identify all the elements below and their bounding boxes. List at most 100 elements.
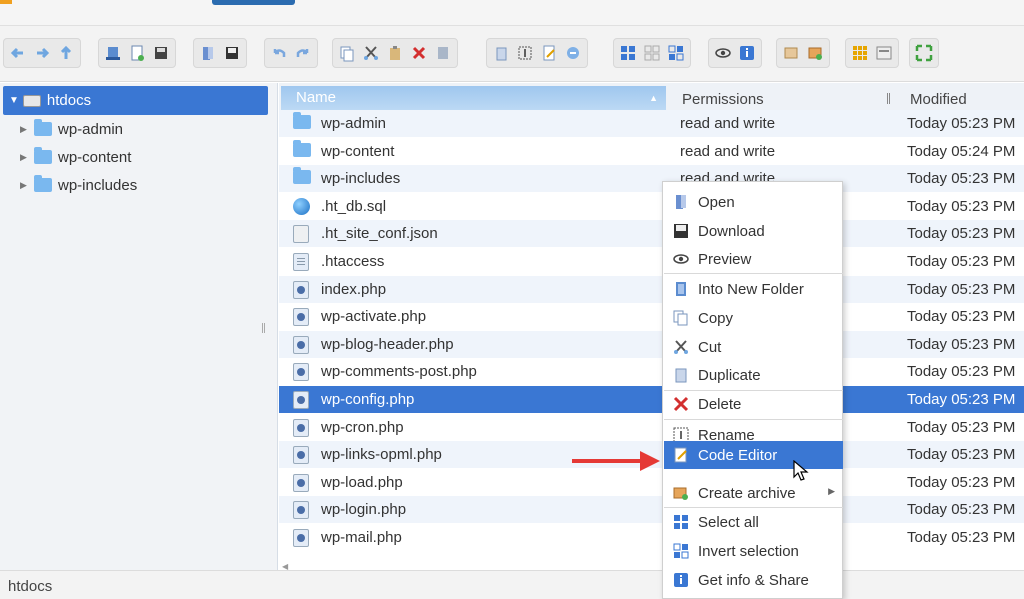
table-row[interactable]: wp-comments-post.php Today 05:23 PM (279, 358, 1024, 385)
open-icon (676, 195, 686, 209)
file-modified: Today 05:23 PM (907, 473, 1016, 491)
fullscreen-button[interactable] (913, 42, 935, 64)
save-button[interactable] (150, 42, 172, 64)
menu-item-select-all[interactable]: Select all (664, 508, 843, 536)
redo-button[interactable] (292, 42, 314, 64)
menu-item-archive[interactable]: Create archive ▶ (664, 479, 843, 507)
new-file-button[interactable] (126, 42, 148, 64)
fullscreen-icon (915, 44, 933, 62)
sidebar-item-wp-includes[interactable]: ▶ wp-includes (20, 172, 137, 198)
sidebar-item-wp-admin[interactable]: ▶ wp-admin (20, 116, 123, 142)
collapse-arrow-icon[interactable]: ▶ (20, 152, 34, 163)
archive-icon (808, 47, 822, 60)
menu-item-open[interactable]: Open (664, 188, 843, 216)
select-none-button[interactable] (641, 42, 663, 64)
table-row[interactable]: wp-login.php Today 05:23 PM (279, 496, 1024, 524)
menu-item-label: Copy (698, 310, 734, 327)
menu-separator (664, 419, 843, 420)
annotation-arrow-shape (572, 451, 660, 471)
menu-item-duplicate[interactable]: Duplicate (664, 361, 843, 389)
download-icon (674, 224, 688, 238)
table-row[interactable]: wp-admin read and write Today 05:23 PM (279, 110, 1024, 137)
copy-button[interactable] (336, 42, 358, 64)
table-row[interactable]: .ht_db.sql Today 05:23 PM (279, 193, 1024, 220)
table-row[interactable]: wp-cron.php Today 05:23 PM (279, 414, 1024, 441)
menu-item-preview[interactable]: Preview (664, 245, 843, 273)
menu-item-copy[interactable]: Copy (664, 304, 843, 332)
forward-button[interactable] (31, 42, 53, 64)
column-name-header[interactable]: Name ▲ (281, 86, 666, 110)
php-file-icon (293, 501, 309, 523)
select-all-button[interactable] (617, 42, 639, 64)
php-file-icon (293, 418, 309, 441)
view-buttons-icon[interactable] (849, 42, 871, 64)
table-row[interactable]: wp-includes read and write Today 05:23 PM (279, 165, 1024, 193)
table-row[interactable]: .htaccess Today 05:23 PM (279, 248, 1024, 275)
expand-arrow-icon[interactable]: ▼ (9, 95, 19, 106)
preview-button[interactable] (712, 42, 734, 64)
info-button[interactable] (736, 42, 758, 64)
view-list-button[interactable] (873, 42, 895, 64)
column-permissions-header[interactable]: Permissions (682, 91, 764, 108)
php-file-icon (293, 335, 309, 358)
edit-button[interactable] (538, 42, 560, 64)
back-icon (10, 47, 23, 59)
delete-button[interactable] (408, 42, 430, 64)
archive-icon (673, 487, 688, 500)
delete-icon (412, 46, 426, 60)
reload-button[interactable] (102, 42, 124, 64)
cut-button[interactable] (360, 42, 382, 64)
sidebar-item-wp-content[interactable]: ▶ wp-content (20, 144, 131, 170)
menu-item-invert-selection[interactable]: Invert selection (664, 537, 843, 565)
column-modified-header[interactable]: Modified (910, 91, 967, 108)
paste-button[interactable] (384, 42, 406, 64)
up-button[interactable] (55, 42, 77, 64)
collapse-arrow-icon[interactable]: ▶ (20, 124, 34, 135)
menu-item-into-new-folder[interactable]: Into New Folder (664, 275, 843, 303)
active-tab-fragment[interactable] (212, 0, 295, 5)
folder-icon (293, 139, 311, 161)
table-row[interactable]: wp-config.php Today 05:23 PM (279, 386, 1024, 413)
delete-icon (673, 396, 689, 412)
duplicate-button[interactable] (490, 42, 512, 64)
table-row[interactable]: wp-mail.php Today 05:23 PM (279, 524, 1024, 551)
preview-icon (715, 48, 731, 58)
resize-handle[interactable] (262, 323, 265, 333)
file-list: Name ▲ Permissions Modified wp-admin read… (279, 83, 1024, 570)
file-name: wp-activate.php (321, 308, 427, 326)
table-row[interactable]: wp-content read and write Today 05:24 PM (279, 138, 1024, 165)
toolbar (0, 26, 1024, 82)
menu-item-info[interactable]: Get info & Share (664, 566, 843, 594)
file-modified: Today 05:23 PM (907, 115, 1016, 132)
table-row[interactable]: wp-blog-header.php Today 05:23 PM (279, 330, 1024, 358)
menu-item-label: Duplicate (698, 367, 761, 384)
back-button[interactable] (7, 42, 29, 64)
open-button[interactable] (197, 42, 219, 64)
rename-button[interactable] (514, 42, 536, 64)
download-button[interactable] (221, 42, 243, 64)
collapse-arrow-icon[interactable]: ▶ (20, 180, 34, 191)
tree-root-htdocs[interactable]: ▼ htdocs (3, 86, 268, 115)
file-modified: Today 05:23 PM (907, 501, 1016, 519)
menu-item-code-editor[interactable]: Code Editor (664, 441, 843, 469)
invert-selection-button[interactable] (665, 42, 687, 64)
table-row[interactable]: index.php Today 05:23 PM (279, 275, 1024, 303)
undo-button[interactable] (268, 42, 290, 64)
file-name: .ht_db.sql (321, 197, 387, 215)
table-row[interactable]: .ht_site_conf.json Today 05:23 PM (279, 220, 1024, 248)
menu-item-cut[interactable]: Cut (664, 333, 843, 361)
column-resize-handle[interactable] (887, 93, 890, 104)
menu-item-label: Select all (698, 514, 759, 531)
download-icon (226, 47, 238, 59)
toolbar-group (776, 38, 830, 68)
horizontal-scrollbar[interactable]: ◀ (279, 562, 1024, 571)
table-row[interactable]: wp-activate.php Today 05:23 PM (279, 303, 1024, 330)
drive-icon (22, 94, 41, 107)
extract-button[interactable] (780, 42, 802, 64)
archive-button[interactable] (804, 42, 826, 64)
resize-button[interactable] (562, 42, 584, 64)
menu-item-download[interactable]: Download (664, 217, 843, 245)
menu-item-delete[interactable]: Delete (664, 390, 843, 418)
sidebar-item-label: wp-includes (58, 176, 138, 194)
empty-button[interactable] (432, 42, 454, 64)
